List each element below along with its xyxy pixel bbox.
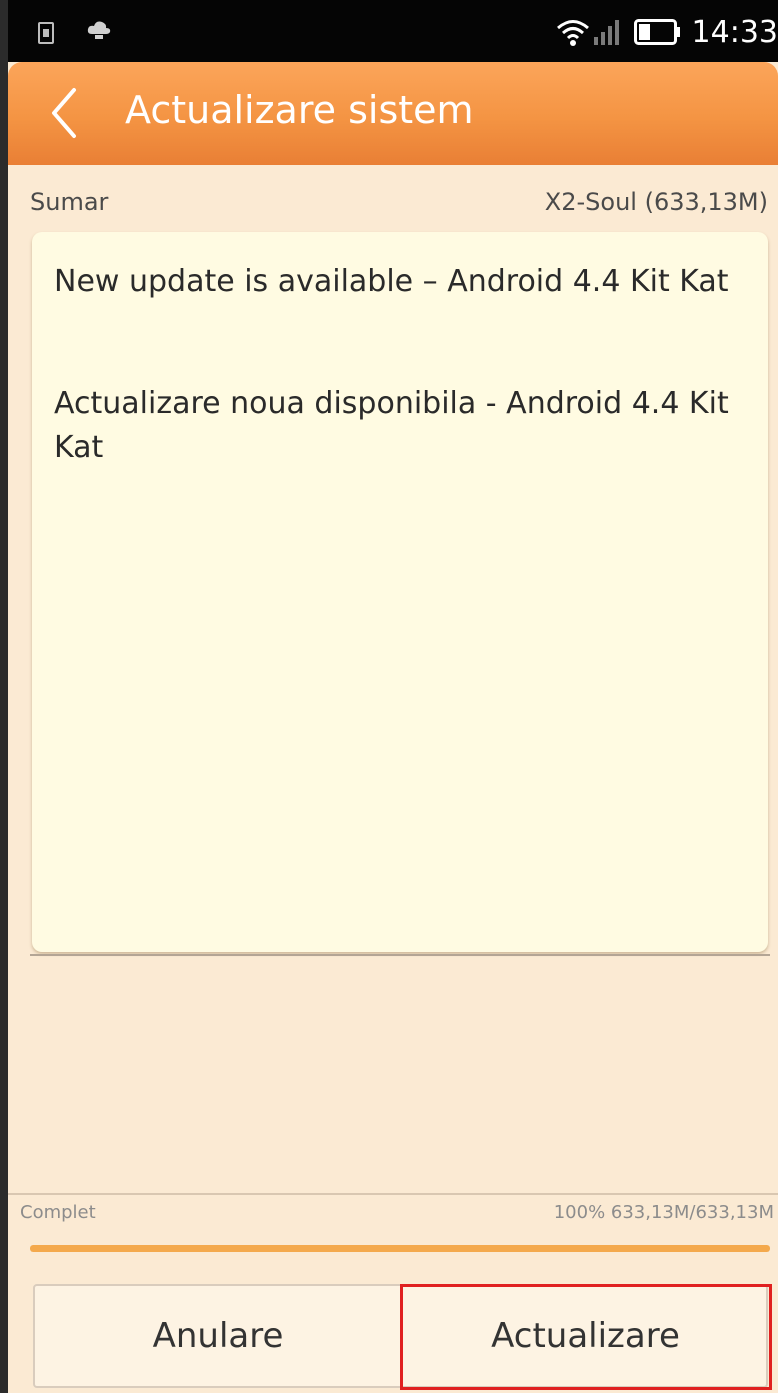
back-button[interactable]: [40, 84, 90, 142]
app-bar: Actualizare sistem: [8, 62, 778, 165]
status-bar: 14:33: [8, 0, 778, 62]
back-chevron-icon: [52, 88, 76, 138]
edge-strip: [0, 0, 8, 1393]
download-progress-bar: [30, 1245, 770, 1252]
release-note-romanian: Actualizare noua disponibila - Android 4…: [54, 386, 729, 465]
progress-divider: [8, 1193, 778, 1195]
download-detail: 100% 633,13M/633,13M: [553, 1202, 774, 1223]
battery-icon: [633, 19, 680, 45]
card-divider: [30, 954, 770, 956]
page-title: Actualizare sistem: [125, 88, 474, 132]
summary-label: Sumar: [30, 188, 109, 216]
action-buttons: Anulare Actualizare: [33, 1284, 768, 1388]
signal-icon: [593, 20, 619, 45]
update-button[interactable]: Actualizare: [403, 1286, 768, 1386]
sim-card-icon: [38, 22, 54, 44]
cancel-button[interactable]: Anulare: [35, 1286, 403, 1386]
package-info: X2-Soul (633,13M): [544, 188, 768, 216]
cloud-icon: [87, 21, 111, 39]
status-time: 14:33: [691, 14, 778, 50]
download-progress-fill: [30, 1245, 770, 1252]
download-status: Complet: [20, 1202, 96, 1223]
release-notes-card: New update is available – Android 4.4 Ki…: [32, 232, 768, 952]
release-note-english: New update is available – Android 4.4 Ki…: [54, 264, 729, 299]
screen: 14:33 Actualizare sistem Sumar X2-Soul (…: [0, 0, 778, 1393]
wifi-icon: [556, 20, 589, 46]
